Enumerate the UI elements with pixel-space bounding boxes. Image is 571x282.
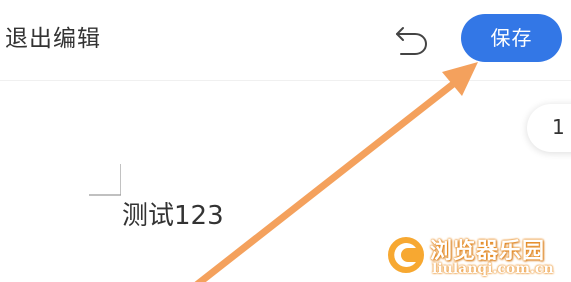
- undo-icon: [396, 27, 428, 55]
- exit-edit-button[interactable]: 退出编辑: [5, 22, 101, 56]
- document-text[interactable]: 测试123: [122, 196, 224, 236]
- page-number: 1: [552, 115, 565, 139]
- text-cursor-mark: [89, 164, 121, 196]
- undo-button[interactable]: [392, 22, 432, 58]
- save-button[interactable]: 保存: [461, 14, 562, 62]
- page-indicator[interactable]: 1: [527, 104, 571, 152]
- watermark-url: liulanqi.com.cn: [432, 261, 554, 277]
- browser-paradise-logo-icon: [386, 235, 426, 275]
- top-toolbar: 退出编辑 保存: [0, 0, 571, 81]
- watermark: 浏览器乐园 liulanqi.com.cn: [384, 230, 571, 282]
